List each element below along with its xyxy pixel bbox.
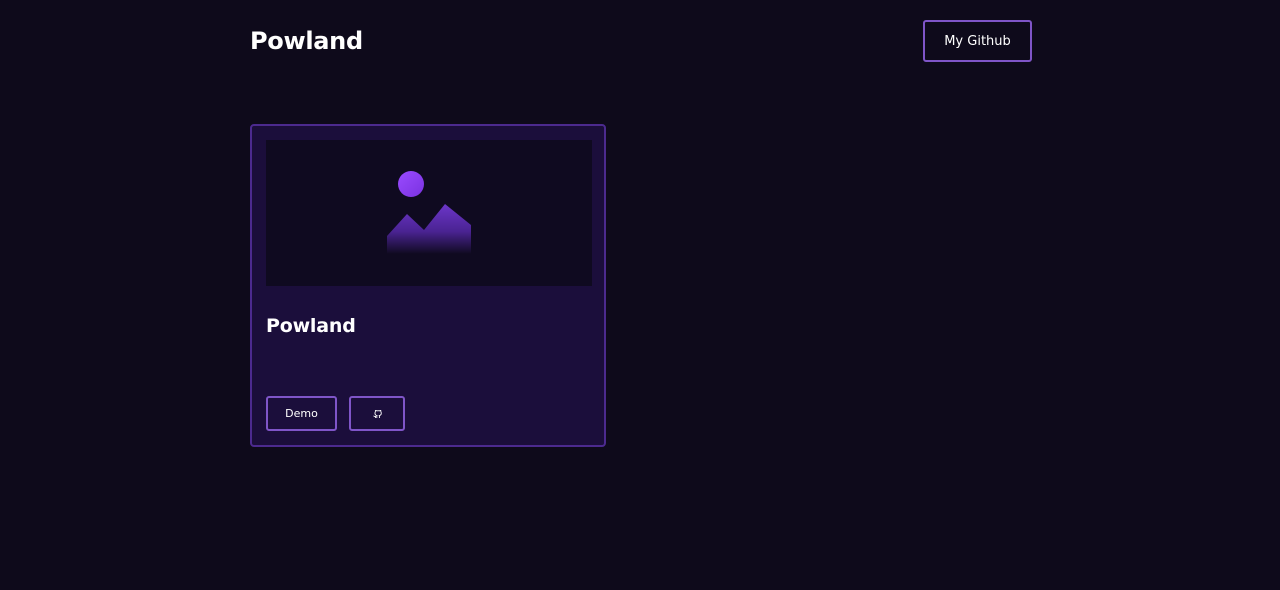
site-header: Powland My Github: [250, 20, 1032, 62]
image-placeholder-icon: [387, 171, 471, 254]
project-title: Powland: [266, 315, 356, 337]
my-github-button[interactable]: My Github: [923, 20, 1032, 62]
github-octocat-icon: [372, 409, 382, 418]
github-repo-button[interactable]: [349, 396, 405, 431]
demo-button[interactable]: Demo: [266, 396, 337, 431]
site-title: Powland: [250, 27, 363, 55]
project-card: Powland Demo: [250, 124, 606, 447]
project-thumbnail: [266, 140, 592, 286]
